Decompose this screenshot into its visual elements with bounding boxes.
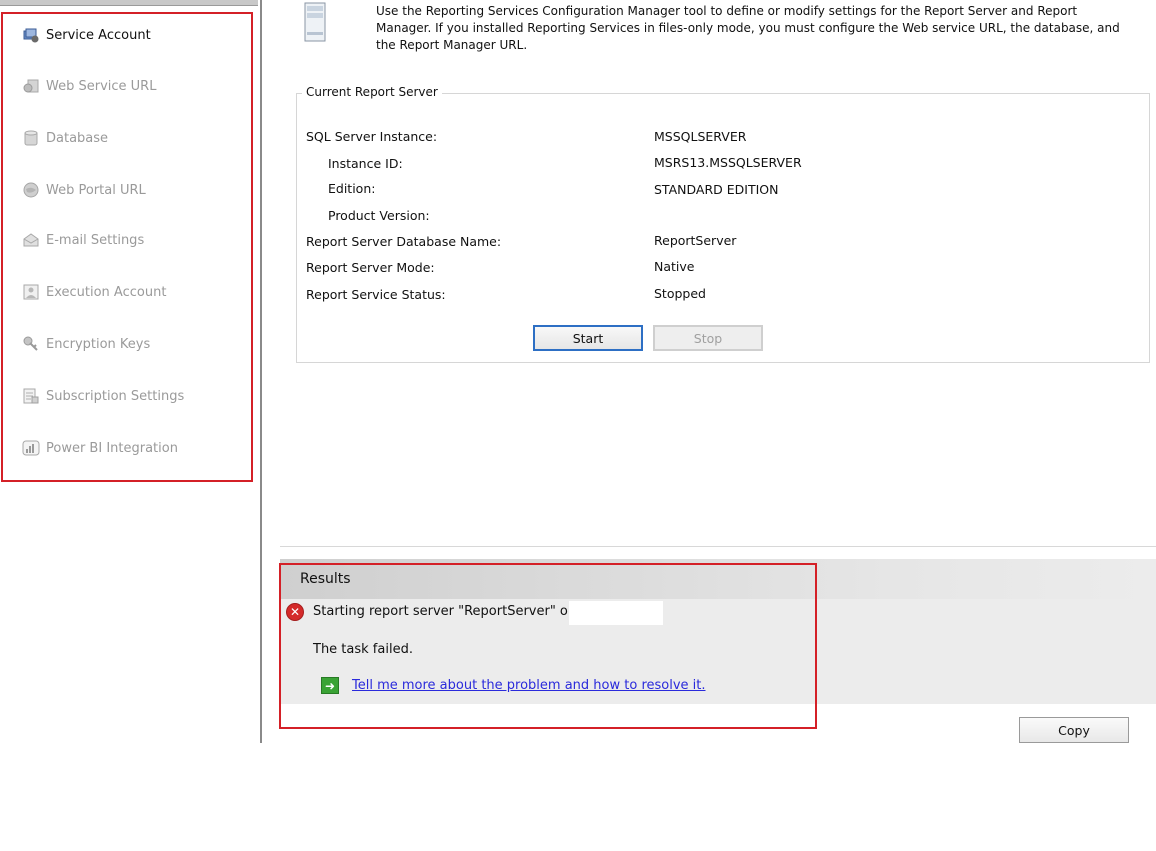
sidebar-highlight-box <box>1 12 253 482</box>
intro-description: Use the Reporting Services Configuration… <box>376 4 1120 52</box>
start-button[interactable]: Start <box>533 325 643 351</box>
stop-button[interactable]: Stop <box>653 325 763 351</box>
value-instance-id: MSRS13.MSSQLSERVER <box>654 155 802 170</box>
label-server-mode: Report Server Mode: <box>306 260 435 275</box>
results-highlight-box <box>279 563 817 729</box>
copy-button[interactable]: Copy <box>1019 717 1129 743</box>
server-icon <box>304 2 326 42</box>
value-edition: STANDARD EDITION <box>654 182 779 197</box>
label-edition: Edition: <box>328 181 376 196</box>
label-product-version: Product Version: <box>328 208 430 223</box>
panel-divider <box>280 546 1156 547</box>
sidebar-top-border <box>0 0 258 6</box>
group-title: Current Report Server <box>302 85 442 99</box>
sidebar: Service Account Web Service URL Database… <box>0 0 262 743</box>
value-database-name: ReportServer <box>654 233 737 248</box>
label-database-name: Report Server Database Name: <box>306 234 502 249</box>
status-badge: Stopped <box>654 286 706 301</box>
value-server-mode: Native <box>654 259 695 274</box>
value-sql-server-instance: MSSQLSERVER <box>654 129 747 144</box>
label-sql-server-instance: SQL Server Instance: <box>306 129 438 144</box>
label-instance-id: Instance ID: <box>328 156 403 171</box>
main-panel: Use the Reporting Services Configuration… <box>264 0 1156 743</box>
label-service-status: Report Service Status: <box>306 287 446 302</box>
